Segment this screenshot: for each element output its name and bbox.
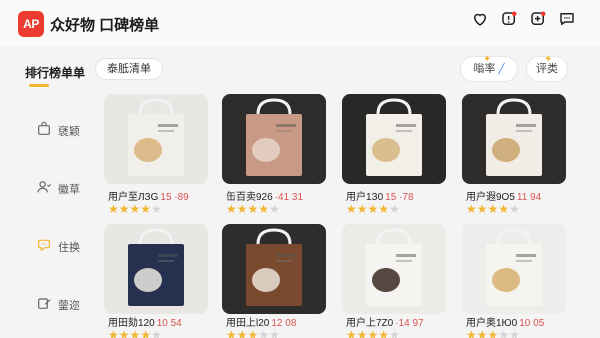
app-logo[interactable]: AP [18, 11, 44, 37]
star-icon: ★ [226, 202, 237, 216]
message-icon[interactable] [558, 10, 576, 28]
star-rating: ★★★★★ [466, 328, 520, 338]
sidebar-item-label: 褎颖 [58, 126, 80, 138]
top-bar: AP 众好物 口碑榜单 [0, 0, 600, 46]
star-icon: ★ [356, 202, 368, 216]
product-image[interactable] [104, 94, 208, 184]
product-title: 用田上l20 12 08 [226, 314, 296, 329]
star-icon: ★ [118, 328, 130, 338]
star-rating: ★★★★★ [346, 328, 400, 338]
star-icon: ★ [466, 202, 477, 216]
star-icon: ★ [247, 328, 259, 338]
product-price: 11 94 [516, 192, 542, 203]
product-title: 用户至ЛЗG 15 ·89 [108, 188, 189, 203]
star-icon: ★ [108, 202, 119, 216]
sparkle-icon: ✦ [483, 54, 492, 65]
star-rating: ★★★★★ [466, 202, 520, 216]
tab-bar: 排行榜单单 泰胝清单 ✦ 嗡率 ╱ ✦ 评类 [0, 46, 600, 90]
product-image[interactable] [222, 224, 326, 314]
add-icon[interactable] [529, 10, 547, 28]
sidebar-item-0[interactable]: 褎颖 [22, 106, 92, 152]
bag-icon [36, 121, 52, 137]
product-title: 用田劾120 10 54 [108, 314, 182, 329]
chat-icon [36, 237, 52, 253]
star-icon: ★ [498, 202, 510, 216]
star-icon: ★ [226, 328, 237, 338]
star-icon: ★ [498, 328, 510, 338]
product-image[interactable] [104, 224, 208, 314]
star-icon: ★ [129, 202, 141, 216]
product-image[interactable] [222, 94, 326, 184]
sidebar-item-2[interactable]: 住换 [22, 222, 92, 268]
star-rating: ★★★★★ [108, 328, 162, 338]
star-rating: ★★★★★ [226, 202, 280, 216]
notification-icon[interactable] [500, 10, 518, 28]
star-icon: ★ [509, 202, 520, 216]
star-icon: ★ [389, 202, 400, 216]
star-icon: ★ [258, 202, 270, 216]
main-panel: 排行榜单单 泰胝清单 ✦ 嗡率 ╱ ✦ 评类 褎颖 徽草 住换 蓥迩 用户至ЛЗ… [0, 46, 600, 338]
user-icon [36, 179, 52, 195]
star-icon: ★ [151, 202, 162, 216]
tab-ranking[interactable]: 排行榜单单 [25, 64, 85, 81]
star-icon: ★ [236, 202, 248, 216]
star-icon: ★ [269, 202, 280, 216]
star-icon: ★ [346, 328, 357, 338]
star-rating: ★★★★★ [346, 202, 400, 216]
product-image[interactable] [342, 94, 446, 184]
sidebar-item-label: 住换 [58, 242, 80, 254]
product-title: 用户遐9O5 11 94 [466, 188, 541, 203]
star-icon: ★ [356, 328, 368, 338]
star-icon: ★ [487, 202, 499, 216]
star-icon: ★ [269, 328, 280, 338]
star-icon: ★ [129, 328, 141, 338]
sort-button[interactable]: ✦ 嗡率 ╱ [460, 54, 518, 82]
star-rating: ★★★★★ [226, 328, 280, 338]
sidebar-item-label: 徽草 [58, 184, 80, 196]
star-icon: ★ [466, 328, 477, 338]
product-image[interactable] [342, 224, 446, 314]
star-rating: ★★★★★ [108, 202, 162, 216]
star-icon: ★ [378, 328, 390, 338]
active-tab-indicator [29, 84, 49, 87]
edit-icon [36, 295, 52, 311]
sidebar-item-3[interactable]: 蓥迩 [22, 280, 92, 326]
star-icon: ★ [247, 202, 259, 216]
star-icon: ★ [140, 202, 152, 216]
heart-icon[interactable] [471, 10, 489, 28]
product-image[interactable] [462, 224, 566, 314]
star-icon: ★ [151, 328, 162, 338]
star-icon: ★ [509, 328, 520, 338]
app-title: 众好物 口碑榜单 [50, 17, 160, 34]
review-button[interactable]: ✦ 评类 [526, 54, 568, 82]
star-icon: ★ [367, 202, 379, 216]
pen-icon: ╱ [498, 64, 505, 75]
star-icon: ★ [476, 202, 488, 216]
star-icon: ★ [236, 328, 248, 338]
star-icon: ★ [378, 202, 390, 216]
product-title: 缶百卖926·41 31 [226, 188, 303, 203]
star-icon: ★ [258, 328, 270, 338]
product-price: 15 ·89 [160, 192, 189, 203]
product-title: 用户上7Z0·14 97 [346, 314, 424, 329]
star-icon: ★ [140, 328, 152, 338]
star-icon: ★ [389, 328, 400, 338]
product-price: 10 05 [519, 318, 545, 329]
product-title: 用户奥1Ю0 10 05 [466, 314, 544, 329]
sparkle-icon: ✦ [544, 54, 553, 65]
star-icon: ★ [108, 328, 119, 338]
sidebar-item-1[interactable]: 徽草 [22, 164, 92, 210]
sidebar-item-label: 蓥迩 [58, 300, 80, 312]
star-icon: ★ [476, 328, 488, 338]
star-icon: ★ [346, 202, 357, 216]
star-icon: ★ [118, 202, 130, 216]
product-image[interactable] [462, 94, 566, 184]
star-icon: ★ [367, 328, 379, 338]
product-title: 用户1З0 15 ·78 [346, 188, 414, 203]
star-icon: ★ [487, 328, 499, 338]
tab-list[interactable]: 泰胝清单 [95, 58, 163, 80]
